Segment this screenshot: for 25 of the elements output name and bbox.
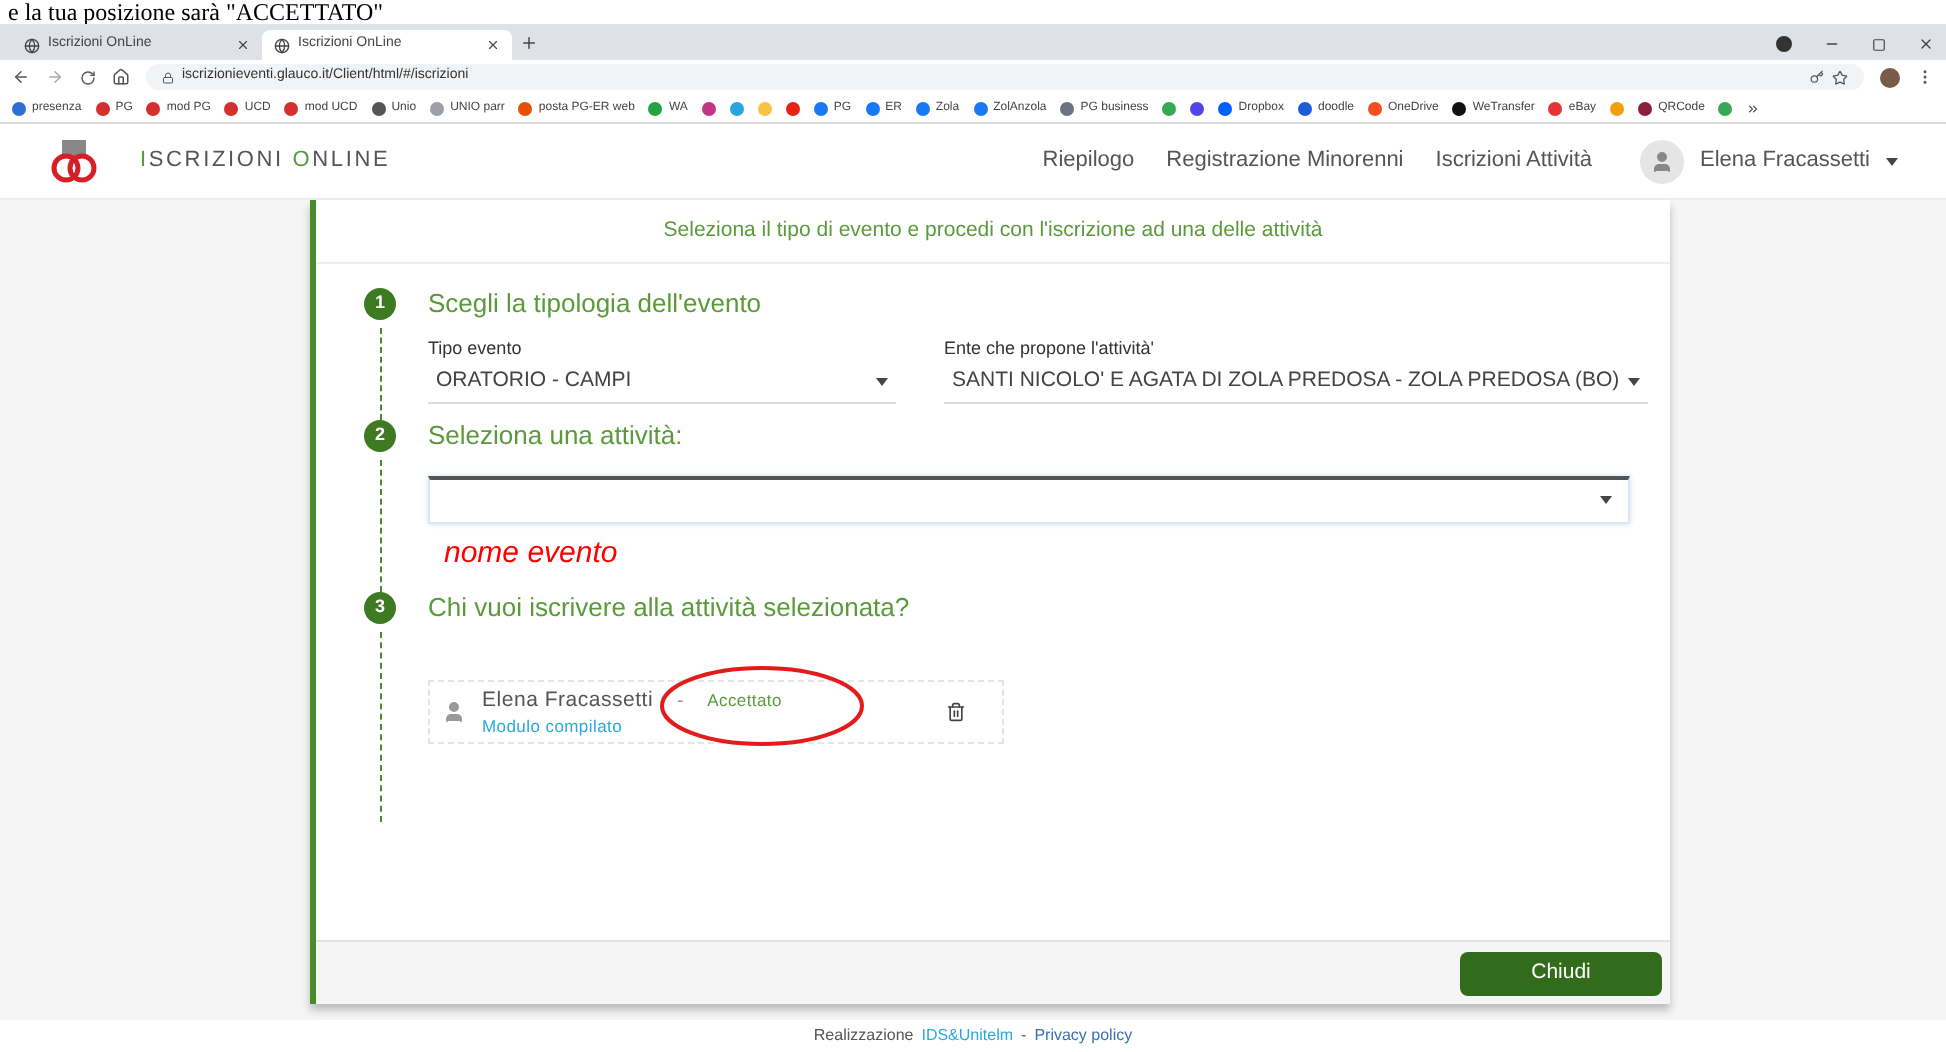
- credits-label: Realizzazione: [813, 1024, 914, 1048]
- step-title: Chi vuoi iscrivere alla attività selezionata?: [428, 592, 912, 624]
- select-field[interactable]: ORATORIO - CAMPI: [428, 363, 896, 403]
- separator-text: -: [677, 687, 684, 711]
- step-number-badge: 3: [364, 592, 396, 624]
- step-number-badge: 1: [364, 288, 396, 320]
- privacy-link[interactable]: Privacy policy: [1034, 1024, 1133, 1048]
- user-menu[interactable]: Elena Fracassetti: [1640, 139, 1898, 183]
- close-button[interactable]: Chiudi: [1460, 951, 1662, 995]
- nav-link[interactable]: Iscrizioni Attività: [1435, 144, 1593, 178]
- brand-title: I SCRIZIONI O NLINE: [140, 146, 391, 177]
- card-header: Seleziona il tipo di evento e procedi con l'iscrizione ad una delle attività: [316, 200, 1670, 264]
- field-label: Tipo evento: [428, 336, 524, 362]
- select-field[interactable]: SANTI NICOLO' E AGATA DI ZOLA PREDOSA - ZOLA PREDOSA (BO): [944, 363, 1648, 403]
- step-title: Scegli la tipologia dell'evento: [428, 288, 764, 320]
- person-name: Elena Fracassetti: [482, 687, 654, 711]
- document-caption: e la tua posizione sarà "ACCETTATO": [6, 0, 386, 24]
- field-label: Ente che propone l'attività': [944, 336, 1157, 362]
- separator-text: -: [1021, 1024, 1027, 1048]
- step-number-badge: 2: [364, 419, 396, 451]
- nav-link[interactable]: Riepilogo: [1042, 144, 1135, 178]
- step-title: Seleziona una attività:: [428, 419, 685, 451]
- status-text: Accettato: [707, 687, 782, 711]
- nav-link[interactable]: Registrazione Minorenni: [1166, 144, 1404, 178]
- event-name-note: nome evento: [444, 533, 618, 573]
